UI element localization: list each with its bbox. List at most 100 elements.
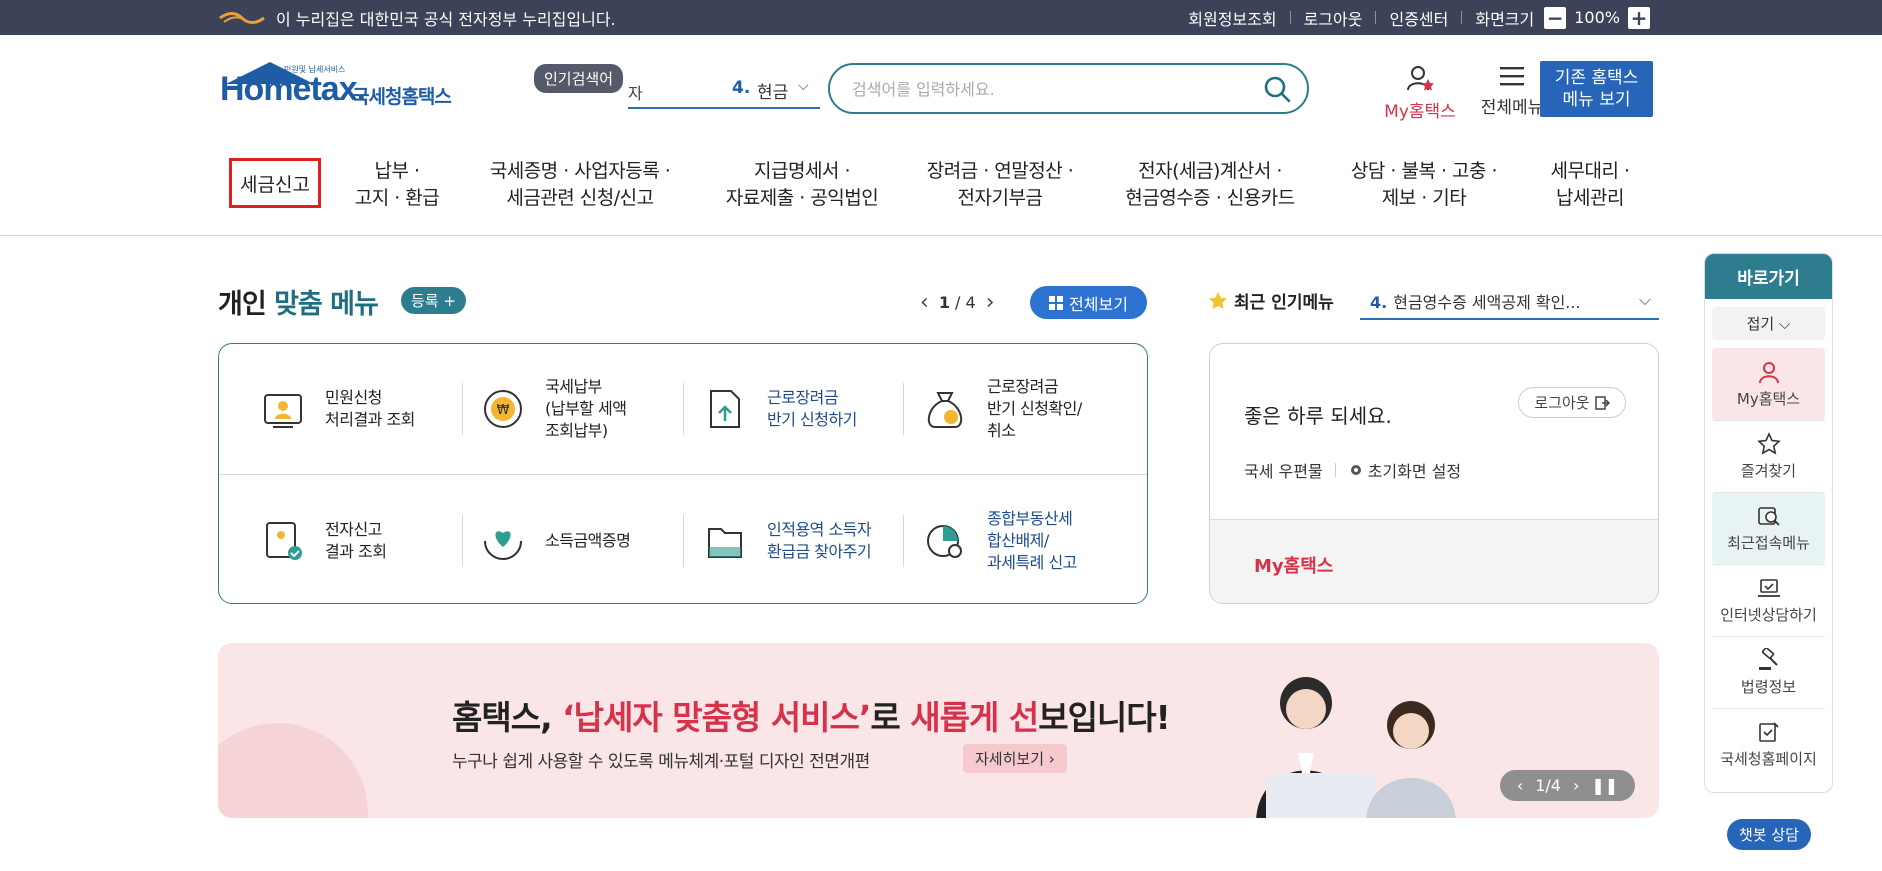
gnb-payment[interactable]: 납부 · 고지 · 환급 — [345, 158, 449, 212]
gnb-statement[interactable]: 지급명세서 · 자료제출 · 공익법인 — [710, 158, 894, 212]
chevron-down-icon[interactable]: ⌵ — [798, 78, 809, 94]
tax-mail-link[interactable]: 국세 우편물 — [1244, 458, 1323, 482]
logout-link[interactable]: 로그아웃 — [1291, 6, 1376, 30]
tile-e-filing-result[interactable]: 전자신고 결과 조회 — [261, 496, 471, 586]
gavel-icon — [1758, 648, 1778, 670]
gnb-tax-report[interactable]: 세금신고 — [229, 158, 321, 208]
rail-label: 최근접속메뉴 — [1727, 534, 1810, 552]
member-info-link[interactable]: 회원정보조회 — [1175, 6, 1289, 30]
page-current: 1 — [938, 293, 950, 312]
tile-label: 종합부동산세 합산배제/ 과세특례 신고 — [987, 509, 1077, 572]
banner-decoration — [218, 723, 368, 818]
rail-online-consult[interactable]: 인터넷상담하기 — [1712, 564, 1825, 636]
gov-bar: 이 누리집은 대한민국 공식 전자정부 누리집입니다. 회원정보조회 로그아웃 … — [0, 0, 1882, 35]
tile-civil-result[interactable]: 민원신청 처리결과 조회 — [261, 364, 471, 454]
banner-subtext: 누구나 쉽게 사용할 수 있도록 메뉴체계·포털 디자인 전면개편 — [452, 752, 870, 772]
divider — [683, 515, 684, 567]
pause-icon[interactable]: ❚❚ — [1591, 776, 1618, 795]
banner-people-illustration — [1256, 677, 1456, 818]
chevron-right-icon[interactable]: › — [1573, 776, 1579, 795]
money-bag-icon — [927, 392, 963, 428]
rail-recent-menu[interactable]: 최근접속메뉴 — [1712, 492, 1825, 564]
cert-center-link[interactable]: 인증센터 — [1376, 6, 1461, 30]
gnb-e-invoice[interactable]: 전자(세금)계산서 · 현금영수증 · 신용카드 — [1110, 158, 1310, 212]
rail-label: My홈택스 — [1736, 389, 1801, 408]
logout-icon — [1594, 395, 1610, 410]
tile-tax-payment[interactable]: ₩ 국세납부 (납부할 세액 조회납부) — [481, 364, 691, 454]
popular-menu-item: 현금영수증 세액공제 확인... — [1393, 293, 1581, 312]
recent-popular-label: 최근 인기메뉴 — [1208, 288, 1334, 313]
quick-rail: 바로가기 접기 ⌵ My홈택스 즐겨찾기 최근접속메뉴 인터넷상담하기 법령정보… — [1704, 253, 1833, 793]
logout-button[interactable]: 로그아웃 — [1518, 387, 1626, 418]
headline-c: 로 — [870, 698, 911, 737]
global-nav: 세금신고 납부 · 고지 · 환급 국세증명 · 사업자등록 · 세금관련 신청… — [0, 150, 1882, 236]
popular-menu-select[interactable]: 4. 현금영수증 세액공제 확인... ⌵ — [1360, 282, 1659, 320]
tile-income-cert[interactable]: 소득금액증명 — [481, 496, 691, 586]
zoom-in-button[interactable]: + — [1628, 6, 1650, 29]
tile-label: 인적용역 소득자 환급금 찾아주기 — [767, 520, 872, 561]
page-total: / 4 — [955, 293, 976, 312]
won-coin-icon: ₩ — [484, 390, 522, 428]
document-person-icon — [264, 394, 302, 428]
detail-button[interactable]: 자세히보기 › — [963, 744, 1067, 773]
old-menu-button[interactable]: 기존 홈택스 메뉴 보기 — [1540, 61, 1653, 117]
rail-label: 국세청홈페이지 — [1720, 750, 1817, 768]
tile-label: 민원신청 처리결과 조회 — [325, 388, 415, 429]
hometax-logo[interactable]: 민원및 납세서비스 Hometax. 국세청홈택스 — [220, 62, 460, 122]
promo-banner[interactable]: 홈택스, ‘납세자 맞춤형 서비스’로 새롭게 선보입니다! 누구나 쉽게 사용… — [218, 643, 1659, 818]
tile-property-tax[interactable]: 종합부동산세 합산배제/ 과세특례 신고 — [923, 496, 1133, 586]
banner-headline: 홈택스, ‘납세자 맞춤형 서비스’로 새롭게 선보입니다! — [452, 691, 1171, 739]
gnb-consult[interactable]: 상담 · 불복 · 고충 · 제보 · 기타 — [1335, 158, 1513, 212]
rail-label: 인터넷상담하기 — [1720, 606, 1817, 624]
tile-incentive-apply[interactable]: 근로장려금 반기 신청하기 — [703, 364, 913, 454]
init-settings-link[interactable]: 초기화면 설정 — [1368, 458, 1461, 482]
search-box — [828, 63, 1309, 114]
svg-text:₩: ₩ — [497, 403, 510, 418]
star-outline-icon — [1756, 432, 1781, 455]
divider — [903, 383, 904, 435]
gnb-incentive[interactable]: 장려금 · 연말정산 · 전자기부금 — [915, 158, 1085, 212]
greeting: 좋은 하루 되세요. — [1244, 404, 1392, 428]
tile-incentive-confirm[interactable]: 근로장려금 반기 신청확인/ 취소 — [923, 364, 1133, 454]
recent-search-icon — [1757, 507, 1780, 526]
personal-menu-card: 민원신청 처리결과 조회 ₩ 국세납부 (납부할 세액 조회납부) 근로장려금 … — [218, 343, 1148, 604]
rail-favorites[interactable]: 즐겨찾기 — [1712, 420, 1825, 492]
search-icon[interactable] — [1263, 75, 1291, 103]
folder-icon — [708, 528, 742, 558]
tile-refund-finder[interactable]: 인적용역 소득자 환급금 찾아주기 — [703, 496, 913, 586]
banner-pager: ‹ 1/4 › ❚❚ — [1500, 770, 1635, 801]
rail-law-info[interactable]: 법령정보 — [1712, 636, 1825, 708]
tile-label: 근로장려금 반기 신청확인/ 취소 — [987, 377, 1082, 440]
register-button[interactable]: 등록 + — [401, 287, 466, 314]
gnb-certificate[interactable]: 국세증명 · 사업자등록 · 세금관련 신청/신고 — [475, 158, 685, 212]
rail-my-hometax[interactable]: My홈택스 — [1712, 348, 1825, 420]
tile-label: 국세납부 (납부할 세액 조회납부) — [545, 377, 627, 440]
laptop-check-icon — [1757, 579, 1780, 597]
search-input[interactable] — [852, 77, 1252, 101]
chatbot-button[interactable]: 챗봇 상담 — [1727, 819, 1811, 850]
pie-search-icon — [927, 525, 962, 558]
gear-icon — [1350, 465, 1361, 475]
certificate-check-icon — [266, 522, 302, 560]
divider — [903, 515, 904, 567]
user-icon — [1758, 361, 1779, 383]
user-star-icon — [1407, 66, 1434, 91]
gnb-tax-agent[interactable]: 세무대리 · 납세관리 — [1540, 158, 1640, 212]
zoom-out-button[interactable]: − — [1544, 6, 1567, 29]
chevron-right-icon[interactable]: › — [986, 290, 995, 315]
user-panel: 좋은 하루 되세요. 로그아웃 국세 우편물 초기화면 설정 My홈택스 — [1209, 343, 1659, 604]
rail-label: 법령정보 — [1740, 678, 1797, 696]
chevron-down-icon: ⌵ — [1638, 290, 1651, 309]
view-all-button[interactable]: 전체보기 — [1030, 286, 1147, 319]
personal-menu-title: 개인 맞춤 메뉴 — [218, 282, 379, 321]
popular-keyword-rank: 4. — [732, 78, 751, 98]
my-hometax-link[interactable]: My홈택스 — [1254, 552, 1333, 578]
chevron-left-icon[interactable]: ‹ — [920, 290, 929, 315]
title-part-a: 개인 — [218, 289, 267, 320]
rail-nts-homepage[interactable]: 국세청홈페이지 — [1712, 708, 1825, 780]
chevron-left-icon[interactable]: ‹ — [1517, 776, 1523, 795]
fold-button[interactable]: 접기 ⌵ — [1712, 307, 1825, 340]
divider — [462, 383, 463, 435]
popular-keyword[interactable]: 현금 — [757, 78, 788, 103]
popular-keyword-underline — [628, 107, 820, 109]
